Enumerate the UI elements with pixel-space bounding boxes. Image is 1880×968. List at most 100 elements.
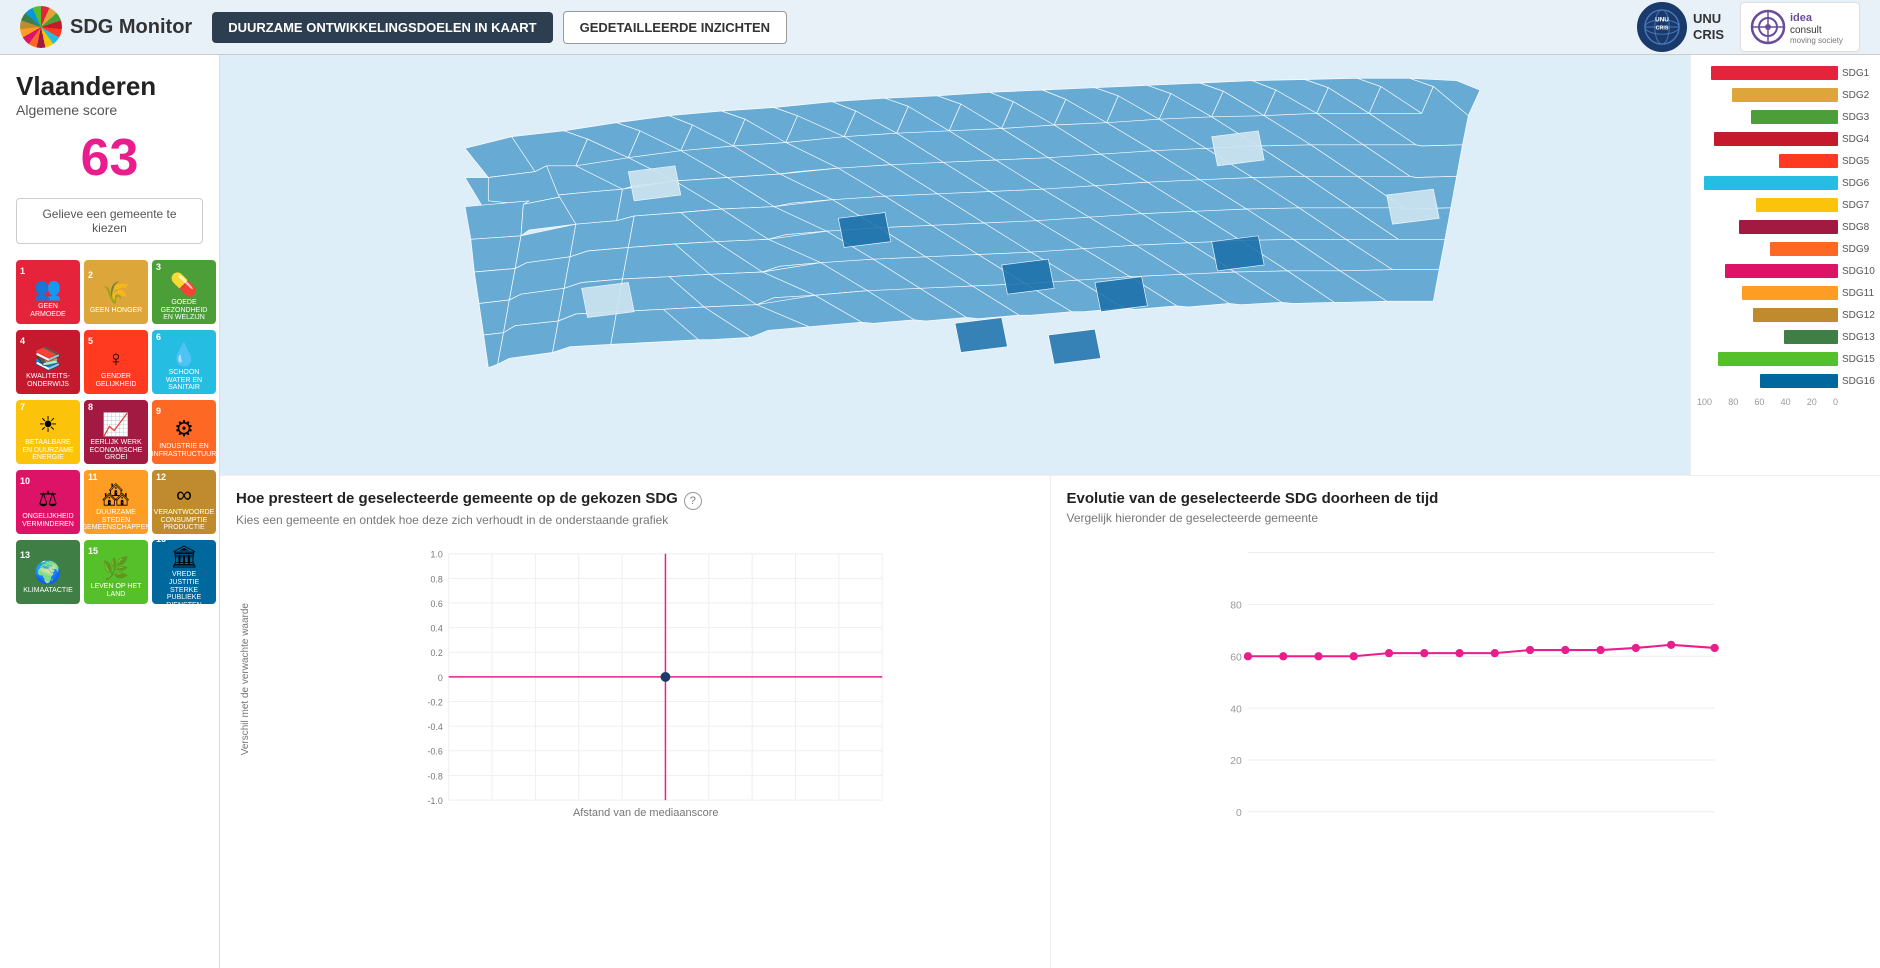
sdg-tile-8[interactable]: 8 📈 EERLIJK WERK ECONOMISCHE GROEI — [84, 400, 148, 464]
algemene-score: 63 — [16, 128, 203, 188]
sdg-grid-2: 4 📚 KWALITEITS-ONDERWIJS 5 ♀ GENDER GELI… — [16, 330, 203, 394]
bar-row-sdg2: SDG2 — [1697, 85, 1874, 105]
sdg-tile-2[interactable]: 2 🌾 GEEN HONGER — [84, 260, 148, 324]
bar-row-sdg11: SDG11 — [1697, 283, 1874, 303]
map-svg — [220, 55, 1690, 475]
svg-text:idea: idea — [1790, 12, 1813, 24]
bar-row-sdg3: SDG3 — [1697, 107, 1874, 127]
label-sdg13: SDG13 — [1842, 332, 1874, 343]
bar-row-sdg7: SDG7 — [1697, 195, 1874, 215]
label-sdg3: SDG3 — [1842, 112, 1874, 123]
map-area[interactable] — [220, 55, 1690, 475]
bar-sdg4 — [1714, 132, 1838, 146]
bar-row-sdg6: SDG6 — [1697, 173, 1874, 193]
svg-text:-1.0: -1.0 — [428, 796, 443, 805]
label-sdg9: SDG9 — [1842, 244, 1874, 255]
bottom-panels: Hoe presteert de geselecteerde gemeente … — [220, 475, 1880, 968]
bar-sdg11 — [1742, 286, 1838, 300]
line-subtitle: Vergelijk hieronder de geselecteerde gem… — [1067, 511, 1865, 525]
bar-row-sdg12: SDG12 — [1697, 305, 1874, 325]
bar-sdg10 — [1725, 264, 1838, 278]
sdg-tile-1[interactable]: 1 👥 GEEN ARMOEDE — [16, 260, 80, 324]
label-sdg6: SDG6 — [1842, 178, 1874, 189]
bar-row-sdg5: SDG5 — [1697, 151, 1874, 171]
svg-text:0.6: 0.6 — [430, 599, 442, 609]
sdg-grid-4: 10 ⚖ ONGELIJKHEID VERMINDEREN 11 🏘 DUURZ… — [16, 470, 203, 534]
bar-sdg6 — [1704, 176, 1838, 190]
app-title: SDG Monitor — [70, 16, 192, 39]
sdg-tile-5[interactable]: 5 ♀ GENDER GELIJKHEID — [84, 330, 148, 394]
sdg-grid-1: 1 👥 GEEN ARMOEDE 2 🌾 GEEN HONGER 3 💊 GOE… — [16, 260, 203, 324]
svg-text:-0.6: -0.6 — [428, 747, 443, 757]
svg-text:20: 20 — [1230, 756, 1242, 767]
sdg-tile-15[interactable]: 15 🌿 LEVEN OP HET LAND — [84, 540, 148, 604]
logo-area: SDG Monitor — [20, 6, 192, 48]
label-sdg1: SDG1 — [1842, 68, 1874, 79]
scatter-x-label: Afstand van de mediaanscore — [258, 807, 1034, 819]
svg-text:consult: consult — [1790, 25, 1822, 36]
bar-row-sdg13: SDG13 — [1697, 327, 1874, 347]
svg-text:moving society: moving society — [1790, 36, 1843, 45]
svg-text:-0.2: -0.2 — [428, 697, 443, 707]
svg-text:0: 0 — [1235, 808, 1241, 817]
bar-sdg5 — [1779, 154, 1838, 168]
score-label: Algemene score — [16, 102, 203, 118]
sdg-tile-7[interactable]: 7 ☀ BETAALBARE EN DUURZAME ENERGIE — [16, 400, 80, 464]
bar-sdg2 — [1732, 88, 1838, 102]
bar-row-sdg1: SDG1 — [1697, 63, 1874, 83]
line-title: Evolutie van de geselecteerde SDG doorhe… — [1067, 490, 1865, 507]
scatter-panel: Hoe presteert de geselecteerde gemeente … — [220, 476, 1051, 968]
bar-sdg8 — [1739, 220, 1838, 234]
sdg-tile-9[interactable]: 9 ⚙ INDUSTRIE EN INFRASTRUCTUUR — [152, 400, 216, 464]
question-icon[interactable]: ? — [684, 492, 702, 510]
gemeente-selector[interactable]: Gelieve een gemeente te kiezen — [16, 198, 203, 244]
label-sdg2: SDG2 — [1842, 90, 1874, 101]
bar-sdg15 — [1718, 352, 1838, 366]
sdg-tile-4[interactable]: 4 📚 KWALITEITS-ONDERWIJS — [16, 330, 80, 394]
bar-sdg7 — [1756, 198, 1838, 212]
bar-chart-container: SDG1 SDG2 SDG3 — [1697, 63, 1874, 467]
sdg-tile-10[interactable]: 10 ⚖ ONGELIJKHEID VERMINDEREN — [16, 470, 80, 534]
sdg-tile-12[interactable]: 12 ∞ VERANTWOORDE CONSUMPTIE PRODUCTIE — [152, 470, 216, 534]
kaart-button[interactable]: DUURZAME ONTWIKKELINGSDOELEN IN KAART — [212, 12, 552, 43]
svg-text:0: 0 — [438, 673, 443, 683]
label-sdg11: SDG11 — [1842, 288, 1874, 299]
sdg-tile-3[interactable]: 3 💊 GOEDE GEZONDHEID EN WELZIJN — [152, 260, 216, 324]
label-sdg10: SDG10 — [1842, 266, 1874, 277]
svg-text:80: 80 — [1230, 601, 1242, 612]
svg-text:40: 40 — [1230, 704, 1242, 715]
sdg-tile-11[interactable]: 11 🏘 DUURZAME STEDEN GEMEENSCHAPPEN — [84, 470, 148, 534]
scatter-subtitle: Kies een gemeente en ontdek hoe deze zic… — [236, 513, 1034, 527]
bar-sdg9 — [1770, 242, 1838, 256]
bar-row-sdg4: SDG4 — [1697, 129, 1874, 149]
line-chart-panel: Evolutie van de geselecteerde SDG doorhe… — [1051, 476, 1880, 968]
label-sdg8: SDG8 — [1842, 222, 1874, 233]
svg-text:60: 60 — [1230, 652, 1242, 663]
bar-row-sdg10: SDG10 — [1697, 261, 1874, 281]
svg-text:0.2: 0.2 — [430, 648, 442, 658]
svg-text:-0.4: -0.4 — [428, 722, 443, 732]
unu-cris-label: UNUCRIS — [1693, 11, 1724, 42]
bar-row-sdg15: SDG15 — [1697, 349, 1874, 369]
bar-sdg12 — [1753, 308, 1838, 322]
label-sdg15: SDG15 — [1842, 354, 1874, 365]
scatter-title: Hoe presteert de geselecteerde gemeente … — [236, 490, 678, 507]
region-name: Vlaanderen — [16, 71, 203, 102]
label-sdg7: SDG7 — [1842, 200, 1874, 211]
svg-text:UNU: UNU — [1655, 17, 1669, 24]
bar-row-sdg9: SDG9 — [1697, 239, 1874, 259]
sdg-tile-13[interactable]: 13 🌍 KLIMAATACTIE — [16, 540, 80, 604]
sidebar: Vlaanderen Algemene score 63 Gelieve een… — [0, 55, 220, 968]
svg-text:0.8: 0.8 — [430, 574, 442, 584]
idea-consult-logo: idea consult moving society — [1740, 2, 1860, 52]
header: SDG Monitor DUURZAME ONTWIKKELINGSDOELEN… — [0, 0, 1880, 55]
bar-sdg1 — [1711, 66, 1838, 80]
inzichten-button[interactable]: GEDETAILLEERDE INZICHTEN — [563, 11, 787, 44]
sdg-tile-16[interactable]: 16 🏛 VREDE JUSTITIE STERKE PUBLIEKE DIEN… — [152, 540, 216, 604]
sdg-grid-5: 13 🌍 KLIMAATACTIE 15 🌿 LEVEN OP HET LAND… — [16, 540, 203, 604]
scatter-svg: 1.0 0.8 0.6 0.4 0.2 0 -0.2 -0.4 -0.6 -0.… — [258, 539, 1034, 805]
sdg-tile-6[interactable]: 6 💧 SCHOON WATER EN SANITAIR — [152, 330, 216, 394]
unu-logo: UNU CRIS — [1637, 2, 1687, 52]
bar-axis: 100 80 60 40 20 0 — [1697, 397, 1874, 407]
svg-text:-0.8: -0.8 — [428, 771, 443, 781]
